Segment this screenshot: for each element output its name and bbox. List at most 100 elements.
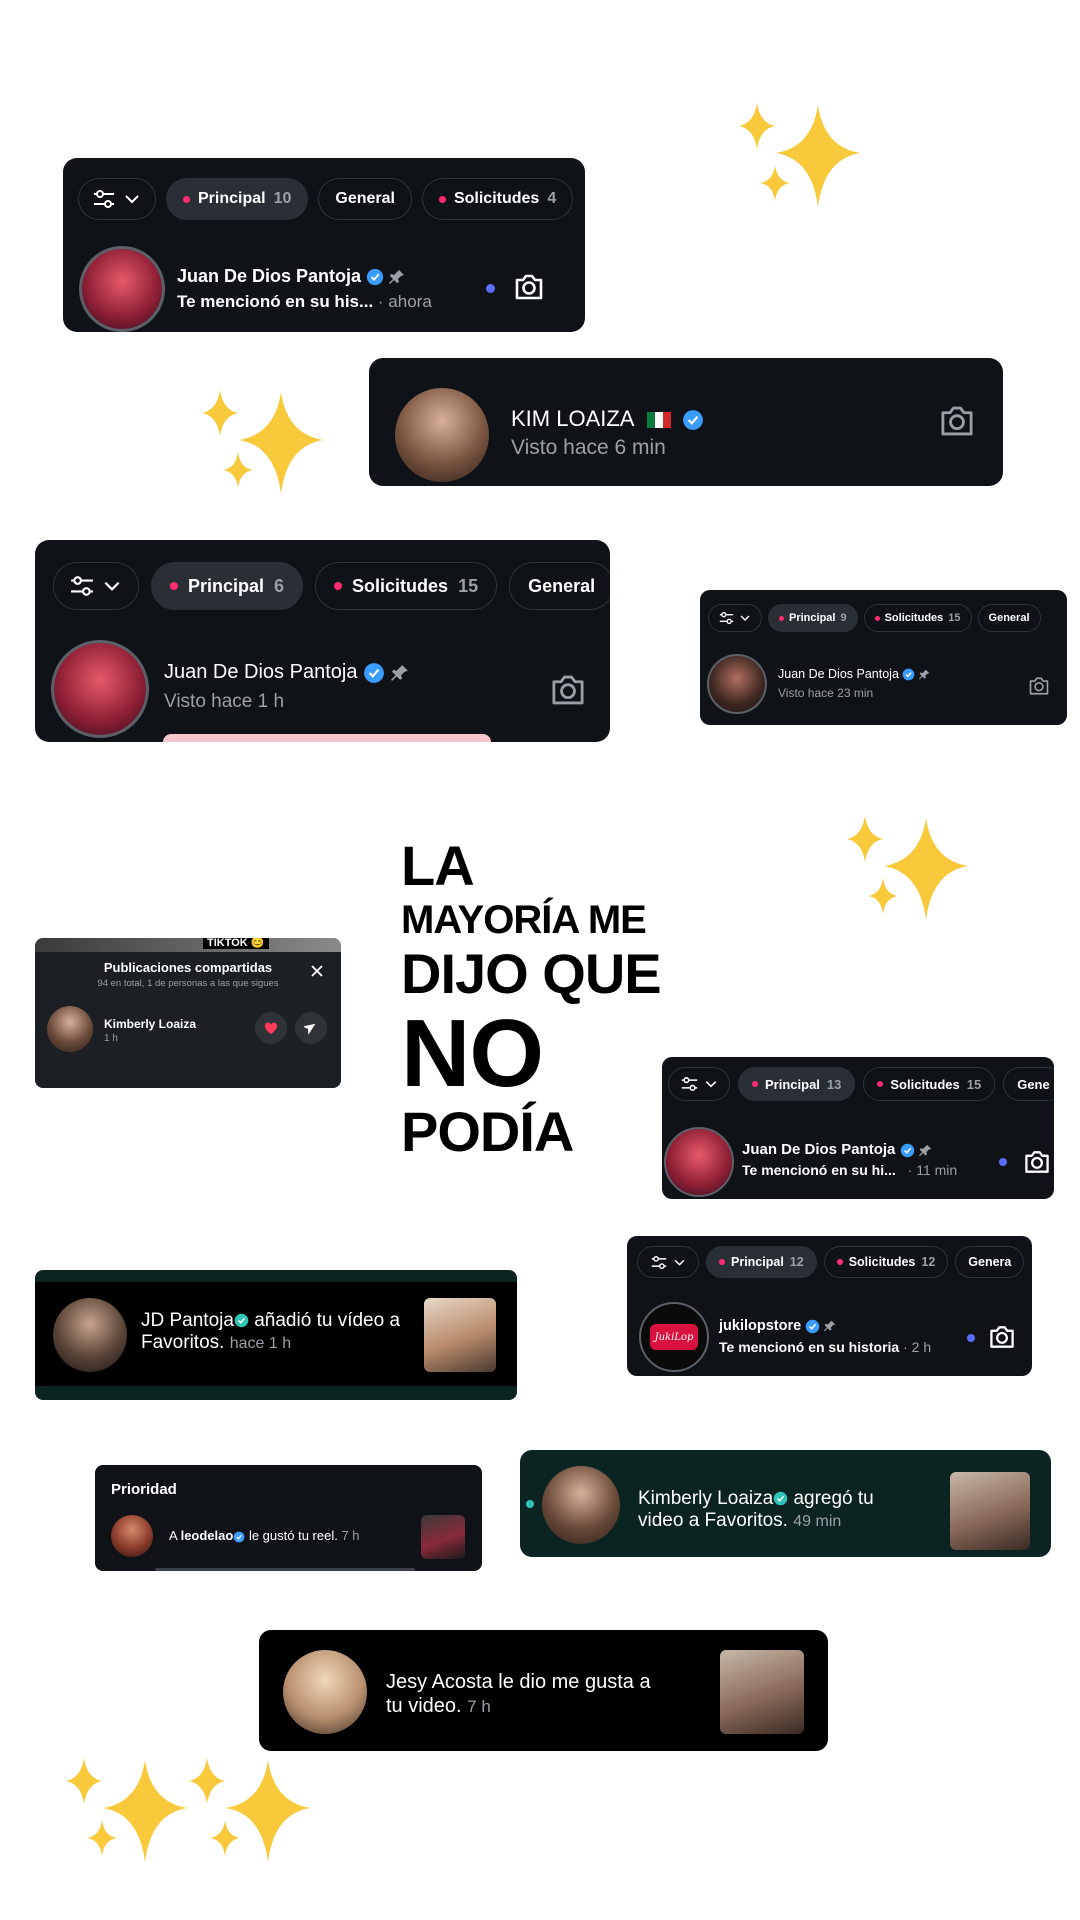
- inbox-card-4: Principal 9 Solicitudes 15 General Juan De…: [700, 590, 1067, 725]
- contact-name[interactable]: Juan De Dios Pantoja: [742, 1141, 932, 1158]
- contact-name[interactable]: Juan De Dios Pantoja: [164, 661, 409, 684]
- sheet-title: Publicaciones compartidas: [103, 960, 273, 975]
- pin-icon: [390, 664, 408, 681]
- avatar[interactable]: [111, 1515, 153, 1557]
- actor-name[interactable]: Kimberly Loaiza: [638, 1488, 773, 1509]
- camera-icon[interactable]: [548, 670, 588, 710]
- actor-name[interactable]: JD Pantoja: [141, 1310, 234, 1331]
- actor-name[interactable]: leodelao: [181, 1528, 234, 1543]
- filter-button[interactable]: [53, 562, 139, 610]
- inbox-card-3: Principal 6 Solicitudes 15 General Juan De…: [35, 540, 610, 742]
- contact-name[interactable]: jukilopstore: [719, 1318, 836, 1334]
- notification-card-favorites-kimberly[interactable]: Kimberly Loaiza agregó tu video a Favori…: [520, 1450, 1051, 1557]
- verified-badge-icon: [366, 269, 384, 286]
- tab-label: Principal: [198, 190, 266, 207]
- contact-name[interactable]: KIM LOAIZA: [511, 406, 704, 432]
- notification-row[interactable]: JD Pantoja añadió tu vídeo a Favoritos. …: [35, 1282, 517, 1386]
- contact-name[interactable]: Juan De Dios Pantoja: [177, 266, 405, 287]
- tab-general[interactable]: General: [977, 604, 1041, 632]
- tab-principal[interactable]: Principal 12: [706, 1246, 817, 1278]
- filter-button[interactable]: [78, 178, 156, 220]
- filter-button[interactable]: [668, 1067, 730, 1101]
- contact-name-text: Juan De Dios Pantoja: [164, 661, 358, 683]
- camera-icon[interactable]: [512, 270, 546, 304]
- contact-name[interactable]: Juan De Dios Pantoja: [778, 667, 930, 681]
- tab-solicitudes[interactable]: Solicitudes 15: [863, 604, 972, 632]
- camera-icon[interactable]: [1022, 1147, 1052, 1177]
- camera-icon[interactable]: [987, 1322, 1017, 1352]
- tab-principal[interactable]: Principal 10: [166, 178, 309, 220]
- tab-general[interactable]: General: [509, 562, 610, 610]
- filter-button[interactable]: [637, 1246, 699, 1278]
- contact-name[interactable]: Kimberly Loaiza: [104, 1017, 196, 1031]
- inbox-card-8: Principal 12 Solicitudes 12 Genera JukiLop…: [627, 1236, 1032, 1376]
- tab-solicitudes[interactable]: Solicitudes 15: [315, 562, 498, 610]
- priority-notification-card: Prioridad A leodelao le gustó tu reel. 7…: [95, 1465, 482, 1571]
- notification-card-like[interactable]: Jesy Acosta le dio me gusta a tu video. …: [259, 1630, 828, 1751]
- avatar[interactable]: [707, 654, 767, 714]
- notification-text: JD Pantoja añadió tu vídeo a Favoritos. …: [141, 1310, 400, 1355]
- tab-count: 12: [921, 1255, 936, 1269]
- divider: [155, 1568, 415, 1571]
- send-button[interactable]: [295, 1012, 327, 1044]
- close-icon[interactable]: [311, 965, 323, 977]
- video-thumbnail[interactable]: [720, 1650, 804, 1734]
- tab-principal[interactable]: Principal 9: [768, 604, 858, 632]
- avatar[interactable]: JukiLop: [639, 1302, 709, 1372]
- notification-card-favorites-jd: JD Pantoja añadió tu vídeo a Favoritos. …: [35, 1270, 517, 1400]
- message-text: Te mencionó en su his...: [177, 292, 374, 311]
- camera-icon[interactable]: [937, 401, 977, 441]
- message-preview: Te mencionó en su hi... · 11 min: [742, 1162, 957, 1178]
- video-thumbnail[interactable]: [950, 1472, 1030, 1550]
- sparkle-icon: [202, 390, 323, 494]
- tab-general[interactable]: Gene: [1003, 1067, 1054, 1101]
- text-line: Jesy Acosta le dio me gusta a: [386, 1671, 651, 1693]
- like-button[interactable]: [255, 1012, 287, 1044]
- camera-icon[interactable]: [1027, 674, 1051, 698]
- tab-label: Solicitudes: [848, 1255, 916, 1269]
- verified-badge-icon: [805, 1319, 820, 1333]
- verified-badge-icon: [900, 1143, 914, 1157]
- sparkle-icon: [66, 1758, 187, 1862]
- unread-indicator: [526, 1500, 534, 1508]
- avatar[interactable]: [283, 1650, 367, 1734]
- avatar[interactable]: [79, 246, 165, 332]
- verified-badge-icon: [234, 1314, 249, 1328]
- avatar[interactable]: [395, 388, 489, 482]
- unread-indicator: [967, 1334, 975, 1342]
- tab-solicitudes[interactable]: Solicitudes 15: [863, 1067, 996, 1101]
- seen-status: Visto hace 6 min: [511, 436, 666, 459]
- tab-solicitudes[interactable]: Solicitudes 12: [823, 1246, 949, 1278]
- tab-label: Principal: [731, 1255, 784, 1269]
- tab-label: Principal: [188, 575, 265, 596]
- avatar[interactable]: [53, 1298, 127, 1372]
- tab-count: 15: [966, 1076, 982, 1092]
- logo-text: JukiLop: [654, 1331, 694, 1343]
- headline: LA MAYORÍA ME DIJO QUE NO PODÍA: [401, 838, 662, 1160]
- tab-label: Solicitudes: [884, 612, 944, 624]
- avatar[interactable]: [47, 1006, 93, 1052]
- tab-label: General: [988, 612, 1030, 624]
- tab-principal[interactable]: Principal 6: [151, 562, 304, 610]
- seen-status: Visto hace 23 min: [778, 686, 874, 700]
- filter-sliders-icon: [651, 1255, 666, 1269]
- tab-general[interactable]: Genera: [955, 1246, 1025, 1278]
- video-thumbnail[interactable]: [424, 1298, 496, 1372]
- avatar[interactable]: [542, 1466, 620, 1544]
- tab-general[interactable]: General: [318, 178, 412, 220]
- reel-thumbnail[interactable]: [421, 1515, 465, 1559]
- tab-label: General: [335, 190, 395, 207]
- banner-text: TIKTOK 😊: [203, 938, 269, 949]
- avatar[interactable]: [51, 640, 149, 738]
- inbox-tabs: Principal 9 Solicitudes 15 General: [708, 604, 1041, 632]
- filter-button[interactable]: [708, 604, 762, 632]
- tab-principal[interactable]: Principal 13: [738, 1067, 856, 1101]
- tab-count: 13: [826, 1076, 842, 1092]
- tab-label: Solicitudes: [453, 190, 540, 207]
- unread-indicator: [486, 284, 495, 293]
- tab-count: 12: [789, 1255, 804, 1269]
- tab-solicitudes[interactable]: Solicitudes 4: [421, 178, 574, 220]
- avatar[interactable]: [664, 1127, 734, 1197]
- notification-time: hace 1 h: [229, 1335, 292, 1352]
- message-time: · 11 min: [907, 1162, 958, 1178]
